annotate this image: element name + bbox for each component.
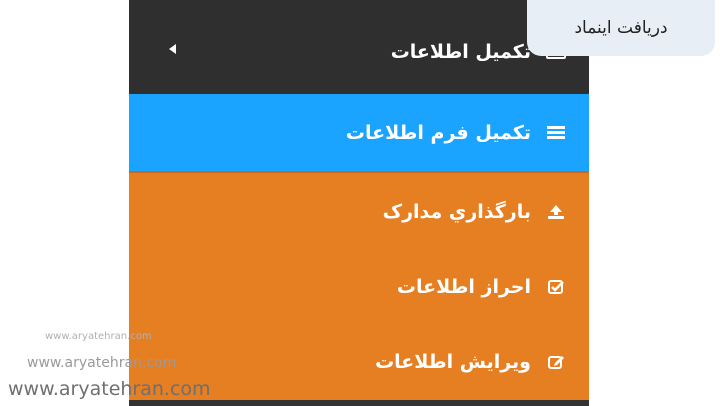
badge-label: دریافت اینماد <box>574 18 668 38</box>
watermark-text: www.aryatehran.com <box>45 331 152 342</box>
watermark-text: www.aryatehran.com <box>8 378 211 400</box>
menu-item-label: احراز اطلاعات <box>396 276 531 298</box>
menu-item-upload-documents[interactable]: بارگذاري مدارک <box>129 174 589 250</box>
menu-item-label: تکمیل فرم اطلاعات <box>345 121 531 144</box>
menu-item-complete-info[interactable]: تکمیل اطلاعات <box>129 22 589 82</box>
check-square-icon <box>545 277 567 297</box>
menu-bottom-bar <box>129 400 589 406</box>
sidebar-menu: تکمیل اطلاعات تکمیل فرم اطلاعات بارگذاري… <box>129 0 589 406</box>
menu-item-label: بارگذاري مدارک <box>382 201 531 223</box>
menu-divider <box>129 171 589 173</box>
list-icon <box>545 123 567 143</box>
upload-icon <box>545 202 567 222</box>
edit-icon <box>545 352 567 372</box>
get-enamad-badge[interactable]: دریافت اینماد <box>527 0 715 56</box>
watermark-text: www.aryatehran.com <box>27 355 177 371</box>
menu-item-verify-info[interactable]: احراز اطلاعات <box>129 250 589 324</box>
menu-item-complete-form[interactable]: تکمیل فرم اطلاعات <box>129 94 589 171</box>
menu-item-label: ويرايش اطلاعات <box>375 351 531 373</box>
menu-header-label: تکمیل اطلاعات <box>390 41 531 63</box>
